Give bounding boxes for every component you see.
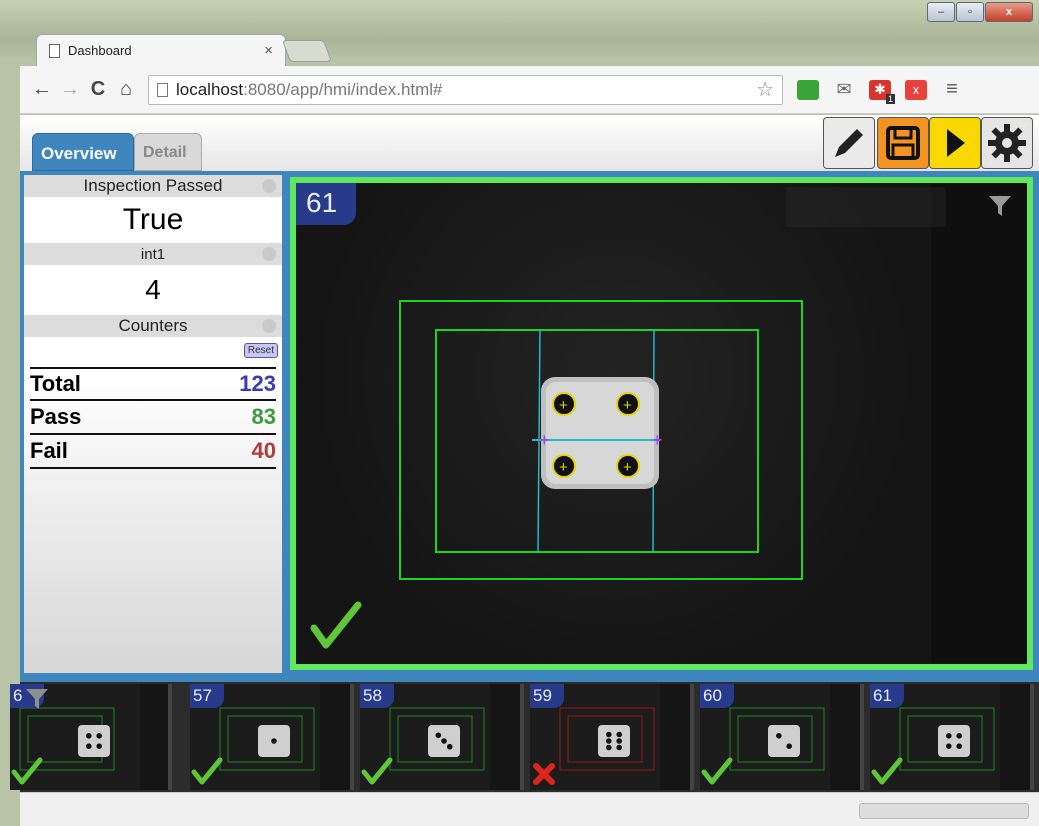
url-path: :8080/app/hmi/index.html# [243, 79, 443, 99]
svg-text:+: + [623, 459, 632, 476]
thumbnail-61[interactable]: 61 [870, 684, 1034, 790]
int1-header: int1 [24, 243, 282, 265]
image-number: 61 [296, 183, 356, 225]
hmi-app: Overview Detail Inspection Passed True i… [10, 115, 1039, 826]
counters-title: Counters [118, 316, 188, 335]
menu-icon[interactable]: ≡ [941, 78, 963, 100]
thumbnail-number: 59 [530, 684, 564, 708]
extension-badge: 1 [885, 93, 895, 104]
extension-red-badge-icon[interactable]: ✱ 1 [869, 79, 895, 104]
minimize-button[interactable]: – [927, 2, 955, 22]
page-icon [157, 82, 168, 97]
svg-text:+: + [652, 430, 663, 450]
svg-text:+: + [559, 459, 568, 476]
thumbnail-59[interactable]: 59 [530, 684, 694, 790]
address-bar[interactable]: localhost :8080/app/hmi/index.html# ☆ [148, 74, 783, 105]
url-host: localhost [176, 79, 244, 99]
svg-text:+: + [623, 397, 632, 414]
counter-value: 40 [251, 438, 276, 463]
home-icon[interactable]: ⌂ [112, 78, 140, 101]
gear-icon[interactable] [262, 319, 276, 333]
mail-icon[interactable]: ✉ [833, 79, 855, 100]
counter-row-fail: Fail 40 [30, 435, 276, 469]
browser-tab-title: Dashboard [68, 43, 132, 58]
thumbnail-56[interactable]: 6 [10, 684, 172, 790]
results-panel: Inspection Passed True int1 4 Counters R… [24, 175, 282, 673]
reset-button[interactable]: Reset [243, 343, 278, 358]
thumbnail-number: 58 [360, 684, 394, 708]
bookmark-star-icon[interactable]: ☆ [756, 77, 774, 102]
maximize-button[interactable]: ▫ [956, 2, 984, 22]
window-controls: – ▫ x [926, 2, 1033, 24]
horizontal-scrollbar[interactable] [859, 803, 1029, 819]
thumbnail-strip: 6 57 58 59 60 61 [10, 682, 1039, 792]
pass-check-icon [310, 601, 362, 649]
thumbnail-number: 57 [190, 684, 224, 708]
inspection-overlay: + + + + + + [310, 300, 803, 649]
thumbnail-number: 60 [700, 684, 734, 708]
app-header: Overview Detail [20, 115, 1039, 171]
forward-icon[interactable]: → [56, 78, 84, 101]
reset-row: Reset [24, 337, 282, 367]
gear-icon [988, 124, 1026, 162]
tab-close-icon[interactable]: × [264, 42, 273, 59]
counter-row-pass: Pass 83 [30, 401, 276, 435]
int1-value: 4 [145, 274, 161, 305]
svg-text:+: + [539, 430, 550, 450]
thumbnail-57[interactable]: 57 [190, 684, 354, 790]
settings-button[interactable] [981, 117, 1033, 169]
play-icon [947, 129, 965, 157]
run-button[interactable] [929, 117, 981, 169]
filter-icon[interactable] [24, 686, 50, 712]
window-close-button[interactable]: x [985, 2, 1033, 22]
back-icon[interactable]: ← [28, 78, 56, 101]
browser-toolbar: ← → C ⌂ localhost :8080/app/hmi/index.ht… [20, 66, 1039, 114]
counter-label: Pass [30, 404, 82, 429]
thumbnail-58[interactable]: 58 [360, 684, 524, 790]
gear-icon[interactable] [262, 247, 276, 261]
inspection-passed-value: True [122, 203, 184, 236]
pencil-icon [835, 129, 863, 157]
main-content: Inspection Passed True int1 4 Counters R… [10, 171, 1039, 826]
counter-value: 83 [251, 404, 276, 429]
tab-overview[interactable]: Overview [32, 133, 134, 171]
inspection-passed-title: Inspection Passed [83, 176, 223, 195]
extension-close-icon[interactable]: x [905, 79, 927, 100]
new-tab-button[interactable] [281, 40, 333, 62]
image-viewer[interactable]: + + + + + + 61 [290, 177, 1033, 670]
counter-label: Fail [30, 438, 68, 463]
inspection-passed-header: Inspection Passed [24, 175, 282, 197]
filter-icon[interactable] [987, 193, 1013, 219]
counter-row-total: Total 123 [30, 367, 276, 401]
reload-icon[interactable]: C [84, 78, 112, 101]
tab-detail[interactable]: Detail [134, 133, 202, 171]
svg-text:+: + [559, 397, 568, 414]
thumbnail-number: 61 [870, 684, 904, 708]
counter-value: 123 [239, 371, 276, 396]
save-button[interactable] [877, 117, 929, 169]
page-icon [49, 43, 60, 58]
counters-header: Counters [24, 315, 282, 337]
counter-label: Total [30, 371, 81, 396]
status-bar [20, 792, 1039, 826]
gear-icon[interactable] [262, 179, 276, 193]
edit-button[interactable] [823, 117, 875, 169]
thumbnail-60[interactable]: 60 [700, 684, 864, 790]
browser-tab[interactable]: Dashboard × [36, 34, 286, 66]
int1-title: int1 [140, 246, 166, 263]
save-icon [886, 126, 920, 160]
extension-green-icon[interactable] [797, 79, 819, 100]
